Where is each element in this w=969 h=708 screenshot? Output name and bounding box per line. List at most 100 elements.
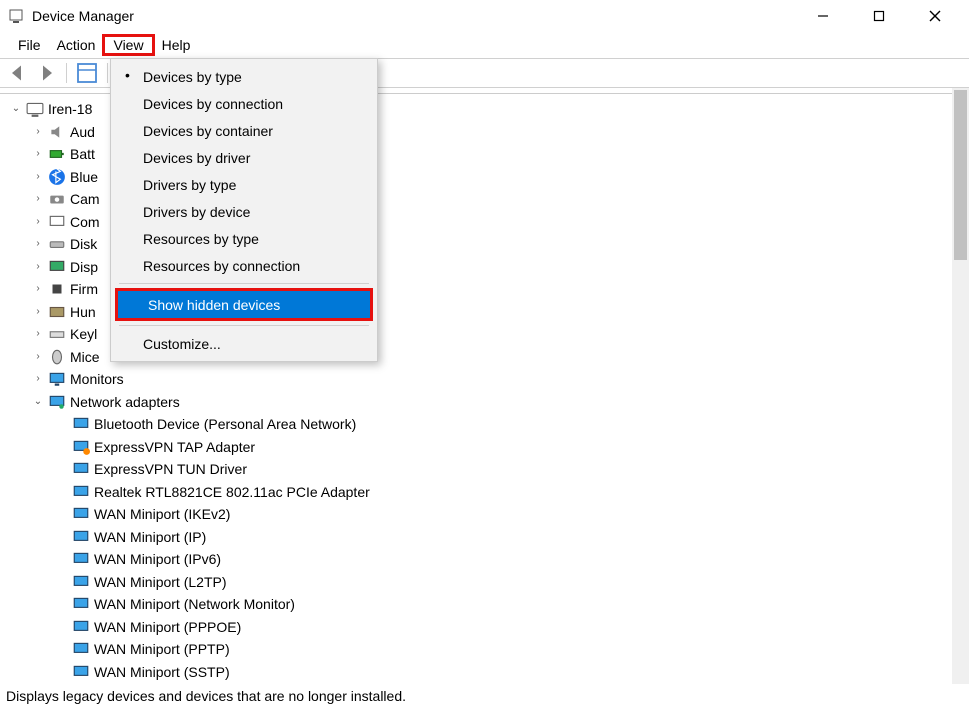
- maximize-button[interactable]: [865, 2, 893, 30]
- statusbar-text: Displays legacy devices and devices that…: [6, 688, 406, 704]
- menu-devices-by-driver[interactable]: Devices by driver: [113, 144, 375, 171]
- menu-resources-by-connection[interactable]: Resources by connection: [113, 252, 375, 279]
- properties-button[interactable]: [75, 61, 99, 85]
- tree-label: Realtek RTL8821CE 802.11ac PCIe Adapter: [94, 481, 370, 504]
- camera-icon: [48, 190, 66, 208]
- display-icon: [48, 258, 66, 276]
- chevron-right-icon[interactable]: ›: [30, 233, 46, 256]
- chevron-right-icon[interactable]: ›: [30, 256, 46, 279]
- tree-label: ExpressVPN TAP Adapter: [94, 436, 255, 459]
- bluetooth-icon: [48, 168, 66, 186]
- tree-label: Disk: [70, 233, 97, 256]
- tree-label: Keyl: [70, 323, 97, 346]
- chevron-down-icon[interactable]: ⌄: [30, 391, 46, 414]
- menu-customize[interactable]: Customize...: [113, 330, 375, 357]
- adapter-icon: [72, 640, 90, 658]
- tree-label: Firm: [70, 278, 98, 301]
- menu-separator: [119, 283, 369, 284]
- menu-drivers-by-device[interactable]: Drivers by device: [113, 198, 375, 225]
- menu-devices-by-type[interactable]: Devices by type: [113, 63, 375, 90]
- tree-label: Network adapters: [70, 391, 180, 414]
- window-title: Device Manager: [32, 8, 134, 24]
- chevron-right-icon[interactable]: ›: [30, 166, 46, 189]
- computer-icon: [48, 213, 66, 231]
- tree-item[interactable]: WAN Miniport (IPv6): [8, 548, 969, 571]
- chevron-right-icon[interactable]: ›: [30, 143, 46, 166]
- chevron-right-icon[interactable]: ›: [30, 346, 46, 369]
- tree-item[interactable]: Realtek RTL8821CE 802.11ac PCIe Adapter: [8, 481, 969, 504]
- close-button[interactable]: [921, 2, 949, 30]
- menu-file[interactable]: File: [10, 35, 49, 55]
- tree-item[interactable]: WAN Miniport (SSTP): [8, 661, 969, 684]
- tree-root-label: Iren-18: [48, 98, 92, 121]
- computer-icon: [26, 100, 44, 118]
- menu-separator: [119, 325, 369, 326]
- tree-item[interactable]: WAN Miniport (IP): [8, 526, 969, 549]
- adapter-icon: [72, 483, 90, 501]
- adapter-icon: [72, 573, 90, 591]
- tree-label: WAN Miniport (Network Monitor): [94, 593, 295, 616]
- toolbar-separator: [66, 63, 67, 83]
- scrollbar-thumb[interactable]: [954, 90, 967, 260]
- chevron-right-icon[interactable]: ›: [30, 188, 46, 211]
- statusbar: Displays legacy devices and devices that…: [0, 684, 969, 708]
- adapter-icon: [72, 663, 90, 681]
- tree-item[interactable]: ExpressVPN TAP Adapter: [8, 436, 969, 459]
- tree-label: Batt: [70, 143, 95, 166]
- tree-category-monitors[interactable]: › Monitors: [8, 368, 969, 391]
- vertical-scrollbar[interactable]: [952, 88, 969, 684]
- menu-help[interactable]: Help: [154, 35, 199, 55]
- tree-label: WAN Miniport (IP): [94, 526, 206, 549]
- menu-devices-by-connection[interactable]: Devices by connection: [113, 90, 375, 117]
- chevron-right-icon[interactable]: ›: [30, 368, 46, 391]
- adapter-icon: [72, 438, 90, 456]
- tree-label: Bluetooth Device (Personal Area Network): [94, 413, 356, 436]
- tree-item[interactable]: Bluetooth Device (Personal Area Network): [8, 413, 969, 436]
- adapter-icon: [72, 595, 90, 613]
- menu-drivers-by-type[interactable]: Drivers by type: [113, 171, 375, 198]
- adapter-icon: [72, 505, 90, 523]
- tree-item[interactable]: WAN Miniport (Network Monitor): [8, 593, 969, 616]
- chevron-right-icon[interactable]: ›: [30, 323, 46, 346]
- tree-item[interactable]: WAN Miniport (L2TP): [8, 571, 969, 594]
- menu-devices-by-container[interactable]: Devices by container: [113, 117, 375, 144]
- chip-icon: [48, 280, 66, 298]
- tree-label: ExpressVPN TUN Driver: [94, 458, 247, 481]
- tree-label: WAN Miniport (L2TP): [94, 571, 227, 594]
- menu-view[interactable]: View: [103, 35, 153, 55]
- keyboard-icon: [48, 325, 66, 343]
- tree-label: WAN Miniport (PPTP): [94, 638, 230, 661]
- menu-action[interactable]: Action: [49, 35, 104, 55]
- view-menu-dropdown: Devices by type Devices by connection De…: [110, 58, 378, 362]
- titlebar: Device Manager: [0, 0, 969, 32]
- chevron-right-icon[interactable]: ›: [30, 278, 46, 301]
- tree-item[interactable]: WAN Miniport (PPPOE): [8, 616, 969, 639]
- menu-show-hidden-devices[interactable]: Show hidden devices: [118, 291, 370, 318]
- menu-resources-by-type[interactable]: Resources by type: [113, 225, 375, 252]
- tree-label: Monitors: [70, 368, 124, 391]
- speaker-icon: [48, 123, 66, 141]
- tree-label: Mice: [70, 346, 100, 369]
- back-button[interactable]: [6, 61, 30, 85]
- adapter-icon: [72, 528, 90, 546]
- tree-item[interactable]: ExpressVPN TUN Driver: [8, 458, 969, 481]
- monitor-icon: [48, 370, 66, 388]
- tree-item[interactable]: WAN Miniport (PPTP): [8, 638, 969, 661]
- chevron-right-icon[interactable]: ›: [30, 301, 46, 324]
- disk-icon: [48, 235, 66, 253]
- tree-label: WAN Miniport (PPPOE): [94, 616, 241, 639]
- adapter-icon: [72, 460, 90, 478]
- minimize-button[interactable]: [809, 2, 837, 30]
- tree-label: Cam: [70, 188, 100, 211]
- chevron-down-icon[interactable]: ⌄: [8, 98, 24, 121]
- tree-label: Aud: [70, 121, 95, 144]
- menubar: File Action View Help: [0, 32, 969, 58]
- app-icon: [8, 8, 24, 24]
- adapter-icon: [72, 415, 90, 433]
- chevron-right-icon[interactable]: ›: [30, 211, 46, 234]
- tree-item[interactable]: WAN Miniport (IKEv2): [8, 503, 969, 526]
- tree-category-network[interactable]: ⌄ Network adapters: [8, 391, 969, 414]
- network-icon: [48, 393, 66, 411]
- forward-button[interactable]: [34, 61, 58, 85]
- chevron-right-icon[interactable]: ›: [30, 121, 46, 144]
